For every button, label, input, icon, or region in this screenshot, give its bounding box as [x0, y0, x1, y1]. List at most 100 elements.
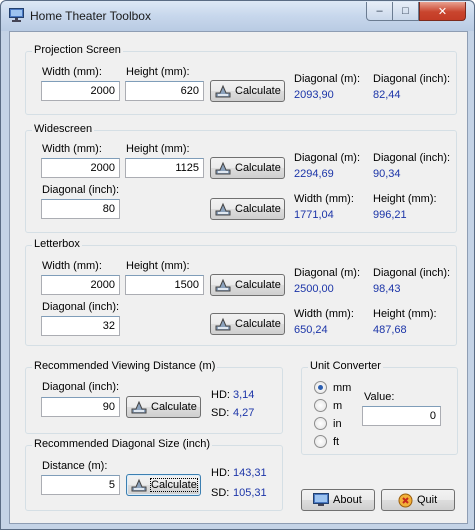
height-input[interactable]: 1500	[125, 275, 204, 295]
diagonal-m-label: Diagonal (m):	[294, 73, 361, 85]
diagonal-m-value: 2093,90	[294, 89, 334, 101]
unit-radio-ft[interactable]: ft	[314, 435, 339, 448]
diagonal-label: Diagonal (inch):	[42, 381, 120, 393]
height-result-value: 996,21	[373, 209, 407, 221]
calculator-icon	[215, 84, 231, 98]
calculate-button[interactable]: Calculate	[210, 80, 285, 102]
diagonal-inch-label: Diagonal (inch):	[373, 73, 451, 85]
hd-value: 3,14	[233, 389, 255, 401]
button-label: Calculate	[235, 203, 281, 215]
width-label: Width (mm):	[42, 260, 102, 272]
diagonal-m-label: Diagonal (m):	[294, 152, 361, 164]
viewing-distance-group: Recommended Viewing Distance (m) Diagona…	[25, 360, 283, 434]
calculate-button[interactable]: Calculate	[210, 313, 285, 335]
projection-screen-group: Projection Screen Width (mm): Height (mm…	[25, 44, 457, 115]
height-input[interactable]: 620	[125, 81, 204, 101]
group-title: Recommended Viewing Distance (m)	[32, 360, 218, 372]
radio-label: in	[333, 417, 342, 430]
calculator-icon	[215, 317, 231, 331]
height-label: Height (mm):	[126, 66, 190, 78]
height-result-value: 487,68	[373, 324, 407, 336]
calculator-icon	[215, 278, 231, 292]
group-title: Projection Screen	[32, 44, 123, 56]
sd-value: 105,31	[233, 487, 267, 499]
width-input[interactable]: 2000	[41, 81, 120, 101]
radio-circle	[314, 417, 327, 430]
unit-radio-m[interactable]: m	[314, 399, 342, 412]
group-title: Letterbox	[32, 238, 82, 250]
button-label: Quit	[417, 494, 438, 506]
unit-radio-mm[interactable]: mm	[314, 381, 351, 394]
width-input[interactable]: 2000	[41, 158, 120, 178]
calculator-icon	[215, 202, 231, 216]
width-result-label: Width (mm):	[294, 308, 354, 320]
maximize-icon: □	[402, 5, 409, 17]
diagonal-inch-label: Diagonal (inch):	[373, 267, 451, 279]
calculate-button[interactable]: Calculate	[210, 198, 285, 220]
button-label: Calculate	[151, 401, 197, 413]
value-input[interactable]: 0	[362, 406, 441, 426]
quit-icon	[398, 493, 413, 507]
width-label: Width (mm):	[42, 66, 102, 78]
calculator-icon	[131, 478, 147, 492]
diagonal-input[interactable]: 90	[41, 397, 120, 417]
width-label: Width (mm):	[42, 143, 102, 155]
height-result-label: Height (mm):	[373, 308, 437, 320]
width-input[interactable]: 2000	[41, 275, 120, 295]
calculator-icon	[215, 161, 231, 175]
calculate-button[interactable]: Calculate	[210, 157, 285, 179]
height-label: Height (mm):	[126, 260, 190, 272]
button-label: Calculate	[235, 318, 281, 330]
height-input[interactable]: 1125	[125, 158, 204, 178]
client-area: Projection Screen Width (mm): Height (mm…	[9, 31, 468, 524]
diagonal-input[interactable]: 32	[41, 316, 120, 336]
minimize-button[interactable]: –	[366, 2, 393, 21]
button-label: Calculate	[150, 478, 198, 492]
diagonal-inch-value: 90,34	[373, 168, 401, 180]
minimize-icon: –	[376, 5, 383, 17]
close-button[interactable]: ✕	[419, 2, 466, 21]
calculate-button[interactable]: Calculate	[126, 396, 201, 418]
letterbox-group: Letterbox Width (mm): Height (mm): 2000 …	[25, 238, 457, 346]
hd-value: 143,31	[233, 467, 267, 479]
diagonal-m-label: Diagonal (m):	[294, 267, 361, 279]
radio-label: mm	[333, 381, 352, 394]
group-title: Recommended Diagonal Size (inch)	[32, 438, 213, 450]
sd-label: SD:	[211, 487, 230, 499]
quit-button[interactable]: Quit	[381, 489, 455, 511]
diagonal-m-value: 2500,00	[294, 283, 334, 295]
group-title: Unit Converter	[308, 360, 383, 372]
unit-converter-group: Unit Converter mm m in ft Value: 0	[301, 360, 458, 455]
close-icon: ✕	[437, 5, 448, 18]
diagonal-m-value: 2294,69	[294, 168, 334, 180]
sd-value: 4,27	[233, 407, 255, 419]
diagonal-input[interactable]: 80	[41, 199, 120, 219]
button-label: About	[333, 494, 362, 506]
button-label: Calculate	[235, 162, 281, 174]
diagonal-inch-value: 98,43	[373, 283, 401, 295]
diagonal-size-group: Recommended Diagonal Size (inch) Distanc…	[25, 438, 283, 511]
window-title: Home Theater Toolbox	[30, 9, 151, 23]
radio-circle	[314, 399, 327, 412]
width-result-label: Width (mm):	[294, 193, 354, 205]
radio-circle	[314, 381, 327, 394]
about-button[interactable]: About	[301, 489, 375, 511]
monitor-icon	[313, 493, 329, 506]
widescreen-group: Widescreen Width (mm): Height (mm): 2000…	[25, 123, 457, 233]
diagonal-inch-value: 82,44	[373, 89, 401, 101]
unit-radio-in[interactable]: in	[314, 417, 342, 430]
group-title: Widescreen	[32, 123, 95, 135]
distance-input[interactable]: 5	[41, 475, 120, 495]
radio-label: ft	[333, 435, 340, 448]
diagonal-inch-label: Diagonal (inch):	[373, 152, 451, 164]
hd-label: HD:	[211, 467, 230, 479]
distance-label: Distance (m):	[42, 460, 108, 472]
calculate-button[interactable]: Calculate	[210, 274, 285, 296]
height-label: Height (mm):	[126, 143, 190, 155]
hd-label: HD:	[211, 389, 230, 401]
maximize-button[interactable]: □	[392, 2, 419, 21]
app-window: Home Theater Toolbox – □ ✕ Projection Sc…	[0, 0, 475, 530]
radio-label: m	[333, 399, 343, 412]
height-result-label: Height (mm):	[373, 193, 437, 205]
calculate-button[interactable]: Calculate	[126, 474, 201, 496]
